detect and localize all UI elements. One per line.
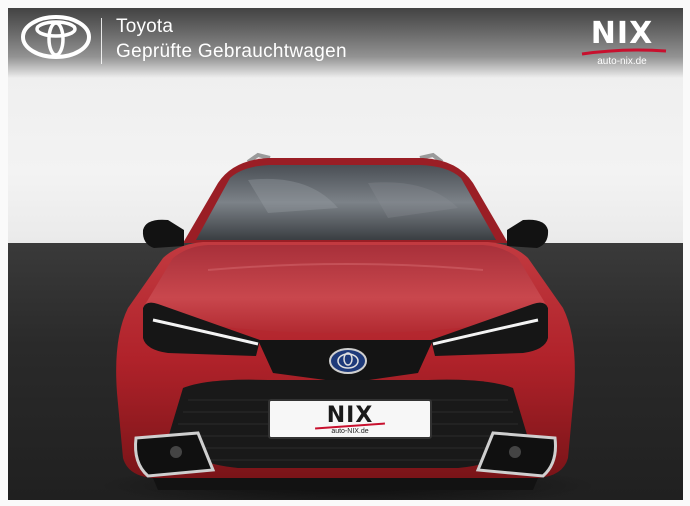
car-photo: NIX auto-NIX.de Toyota Geprüfte Gebrauch…: [8, 8, 683, 500]
toyota-emblem-icon: [21, 15, 91, 59]
dealer-logo-word: NIX: [590, 16, 654, 51]
plate-dealer-url: auto-NIX.de: [331, 428, 369, 435]
header-divider: [101, 18, 102, 64]
brand-title: Toyota: [116, 16, 174, 37]
brand-subtitle: Geprüfte Gebrauchtwagen: [116, 41, 347, 62]
image-frame: NIX auto-NIX.de Toyota Geprüfte Gebrauch…: [0, 0, 690, 506]
license-plate: NIX auto-NIX.de: [268, 399, 432, 439]
dealer-swoosh-icon: [581, 48, 667, 56]
dealer-logo: NIX auto-nix.de: [576, 16, 668, 72]
dealer-logo-url: auto-nix.de: [597, 56, 647, 67]
